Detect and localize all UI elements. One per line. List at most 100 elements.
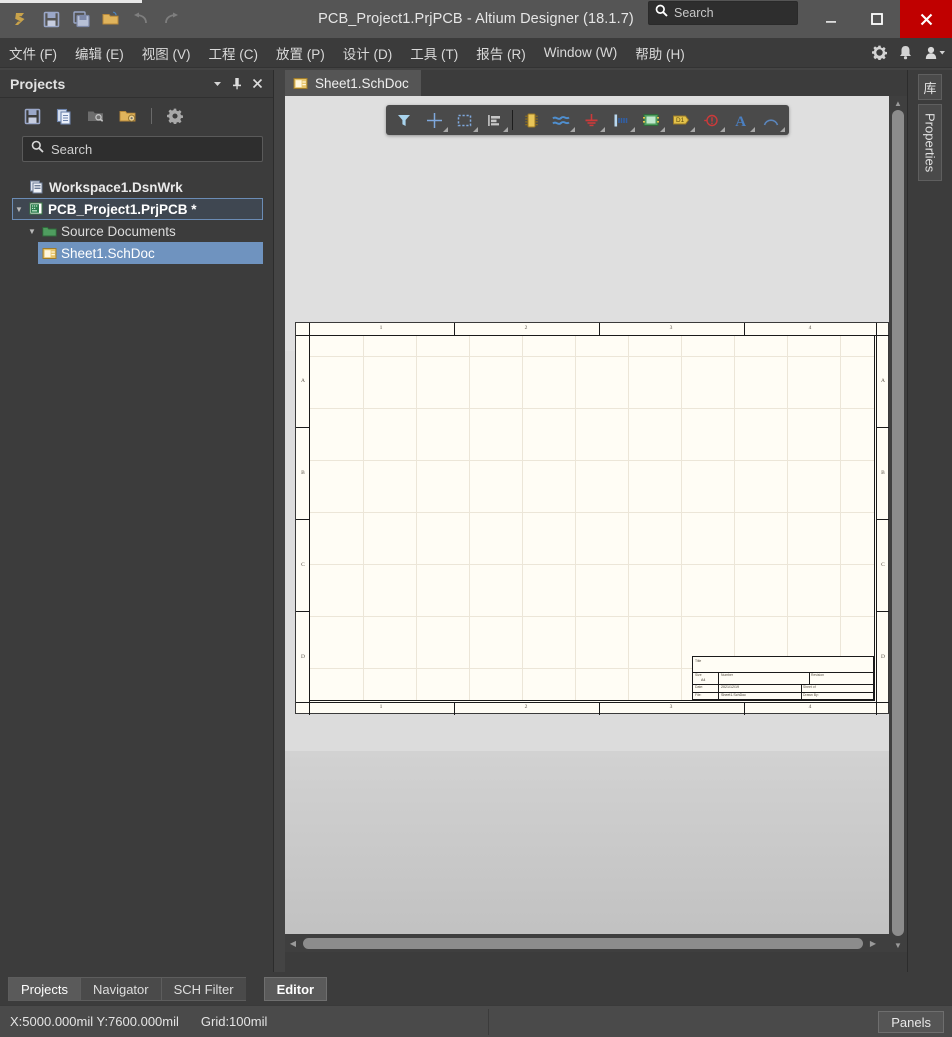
place-sheet-symbol-icon[interactable]: [636, 107, 666, 133]
projects-panel-header: Projects: [0, 70, 273, 98]
menu-help[interactable]: 帮助 (H): [626, 40, 694, 66]
user-account-icon[interactable]: [924, 45, 946, 60]
global-search-input[interactable]: [674, 6, 784, 20]
menu-edit[interactable]: 编辑 (E): [66, 40, 133, 66]
panel-pin-button[interactable]: [227, 74, 247, 94]
bottom-tab-editor[interactable]: Editor: [263, 977, 328, 1001]
projects-search-box[interactable]: [22, 136, 263, 162]
title-block-number-label: Number: [721, 673, 734, 677]
copy-documents-icon[interactable]: [50, 103, 78, 129]
schematic-doc-icon: [42, 247, 57, 260]
status-bar-divider: [488, 1009, 489, 1035]
tree-item-label: PCB_Project1.PrjPCB *: [48, 201, 197, 217]
place-text-string-icon[interactable]: A: [726, 107, 756, 133]
schematic-canvas[interactable]: D1 A 1 2 3 4 1 2 3 4 A B C D A B C D Tit…: [285, 96, 907, 952]
selection-rectangle-icon[interactable]: [449, 107, 479, 133]
tree-item-sheet1-schdoc[interactable]: Sheet1.SchDoc: [38, 242, 263, 264]
filter-icon[interactable]: [389, 107, 419, 133]
save-project-icon[interactable]: [18, 103, 46, 129]
folder-settings-icon[interactable]: [114, 103, 142, 129]
menu-design[interactable]: 设计 (D): [334, 40, 402, 66]
canvas-horizontal-scrollbar[interactable]: ◀ ▶: [285, 934, 889, 952]
tree-item-workspace[interactable]: Workspace1.DsnWrk: [12, 176, 273, 198]
menu-file[interactable]: 文件 (F): [0, 40, 66, 66]
place-port-icon[interactable]: D1: [666, 107, 696, 133]
scroll-down-arrow-icon[interactable]: ▼: [889, 938, 907, 952]
tree-expander-icon[interactable]: ▼: [13, 205, 25, 214]
workspace-icon: [30, 180, 45, 194]
notifications-bell-icon[interactable]: [899, 45, 912, 60]
scroll-left-arrow-icon[interactable]: ◀: [285, 934, 301, 952]
projects-panel-toolbar: [0, 98, 273, 134]
menu-window[interactable]: Window (W): [535, 42, 627, 63]
canvas-vertical-scrollbar[interactable]: ▲ ▼: [889, 96, 907, 952]
titlebar-accent-strip: [0, 0, 142, 3]
altium-logo-icon[interactable]: [6, 4, 36, 34]
vertical-scroll-thumb[interactable]: [892, 110, 904, 936]
zone-label-right: A: [881, 378, 885, 384]
menu-place[interactable]: 放置 (P): [267, 40, 334, 66]
sheet-title-block[interactable]: Title Size A4 Number Revision Date: 2021…: [692, 656, 874, 701]
dropdown-corner-icon: [473, 127, 478, 132]
place-part-icon[interactable]: [516, 107, 546, 133]
project-icon: [29, 202, 44, 216]
editor-area: Sheet1.SchDoc D1 A 1 2 3 4 1 2 3 4 A B C…: [285, 70, 907, 972]
right-tab-library[interactable]: 库: [918, 74, 942, 100]
gear-icon[interactable]: [872, 45, 887, 60]
horizontal-scroll-thumb[interactable]: [303, 937, 863, 949]
projects-search-input[interactable]: [51, 141, 254, 157]
open-folder-icon[interactable]: [96, 4, 126, 34]
projects-panel: Projects Search Workspace1.DsnWrk ▼ PCB_…: [0, 70, 274, 972]
minimize-button[interactable]: [808, 0, 854, 38]
save-all-icon[interactable]: [66, 4, 96, 34]
title-block-date-label: Date:: [695, 685, 704, 689]
align-left-icon[interactable]: [479, 107, 509, 133]
panel-settings-gear-icon[interactable]: [161, 103, 189, 129]
crosshair-place-icon[interactable]: [419, 107, 449, 133]
save-icon[interactable]: [36, 4, 66, 34]
search-icon: [31, 140, 44, 158]
menu-project[interactable]: 工程 (C): [200, 40, 268, 66]
maximize-button[interactable]: [854, 0, 900, 38]
place-wire-icon[interactable]: [546, 107, 576, 133]
tree-expander-icon[interactable]: ▼: [26, 227, 38, 236]
document-tab-sheet1[interactable]: Sheet1.SchDoc: [285, 70, 421, 96]
dropdown-corner-icon: [443, 127, 448, 132]
place-gnd-power-port-icon[interactable]: [576, 107, 606, 133]
scroll-right-arrow-icon[interactable]: ▶: [865, 934, 881, 952]
panel-close-button[interactable]: [247, 74, 267, 94]
title-block-revision-label: Revision: [811, 673, 825, 677]
dropdown-corner-icon: [570, 127, 575, 132]
scroll-up-arrow-icon[interactable]: ▲: [889, 96, 907, 110]
panels-button[interactable]: Panels: [878, 1011, 944, 1033]
zone-label-left: A: [301, 378, 305, 384]
place-arc-icon[interactable]: [756, 107, 786, 133]
menu-view[interactable]: 视图 (V): [133, 40, 200, 66]
tree-item-source-documents[interactable]: ▼ Source Documents: [12, 220, 273, 242]
zone-label-right: C: [881, 562, 885, 568]
folder-search-icon[interactable]: [82, 103, 110, 129]
redo-icon[interactable]: [156, 4, 186, 34]
place-no-erc-icon[interactable]: [696, 107, 726, 133]
panel-dropdown-button[interactable]: [207, 74, 227, 94]
bottom-tab-sch-filter[interactable]: SCH Filter: [160, 977, 246, 1001]
tree-item-project[interactable]: ▼ PCB_Project1.PrjPCB *: [12, 198, 263, 220]
menu-reports[interactable]: 报告 (R): [467, 40, 535, 66]
undo-icon[interactable]: [126, 4, 156, 34]
quick-access-toolbar: [0, 4, 186, 34]
bottom-tab-projects[interactable]: Projects: [8, 977, 80, 1001]
place-bus-net-label-icon[interactable]: [606, 107, 636, 133]
schematic-sheet[interactable]: 1 2 3 4 1 2 3 4 A B C D A B C D Title Si…: [295, 322, 890, 715]
sheet-drawing-area[interactable]: Title Size A4 Number Revision Date: 2021…: [309, 335, 875, 701]
dropdown-corner-icon: [750, 127, 755, 132]
bottom-tab-navigator[interactable]: Navigator: [79, 977, 161, 1001]
title-block-title-label: Title: [695, 659, 702, 663]
menu-tools[interactable]: 工具 (T): [401, 40, 467, 66]
zone-label-top: 1: [379, 325, 383, 331]
title-block-size-label: Size: [695, 673, 702, 677]
right-tab-properties[interactable]: Properties: [918, 104, 942, 182]
schematic-active-bar: D1 A: [386, 105, 789, 135]
schematic-doc-icon: [293, 77, 308, 90]
close-button[interactable]: [900, 0, 952, 38]
global-search-box[interactable]: [648, 1, 798, 25]
